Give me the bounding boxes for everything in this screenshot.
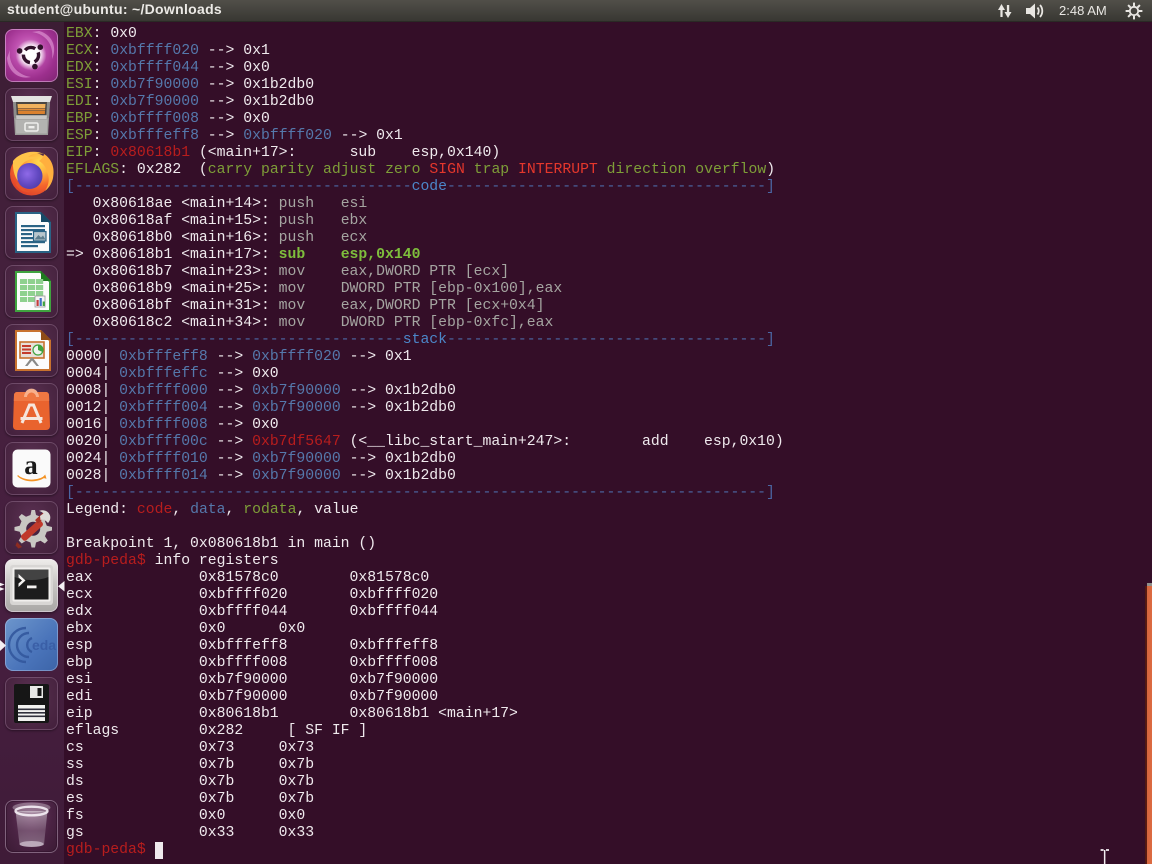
svg-text:eda: eda — [32, 637, 56, 653]
svg-text:a: a — [24, 450, 38, 480]
